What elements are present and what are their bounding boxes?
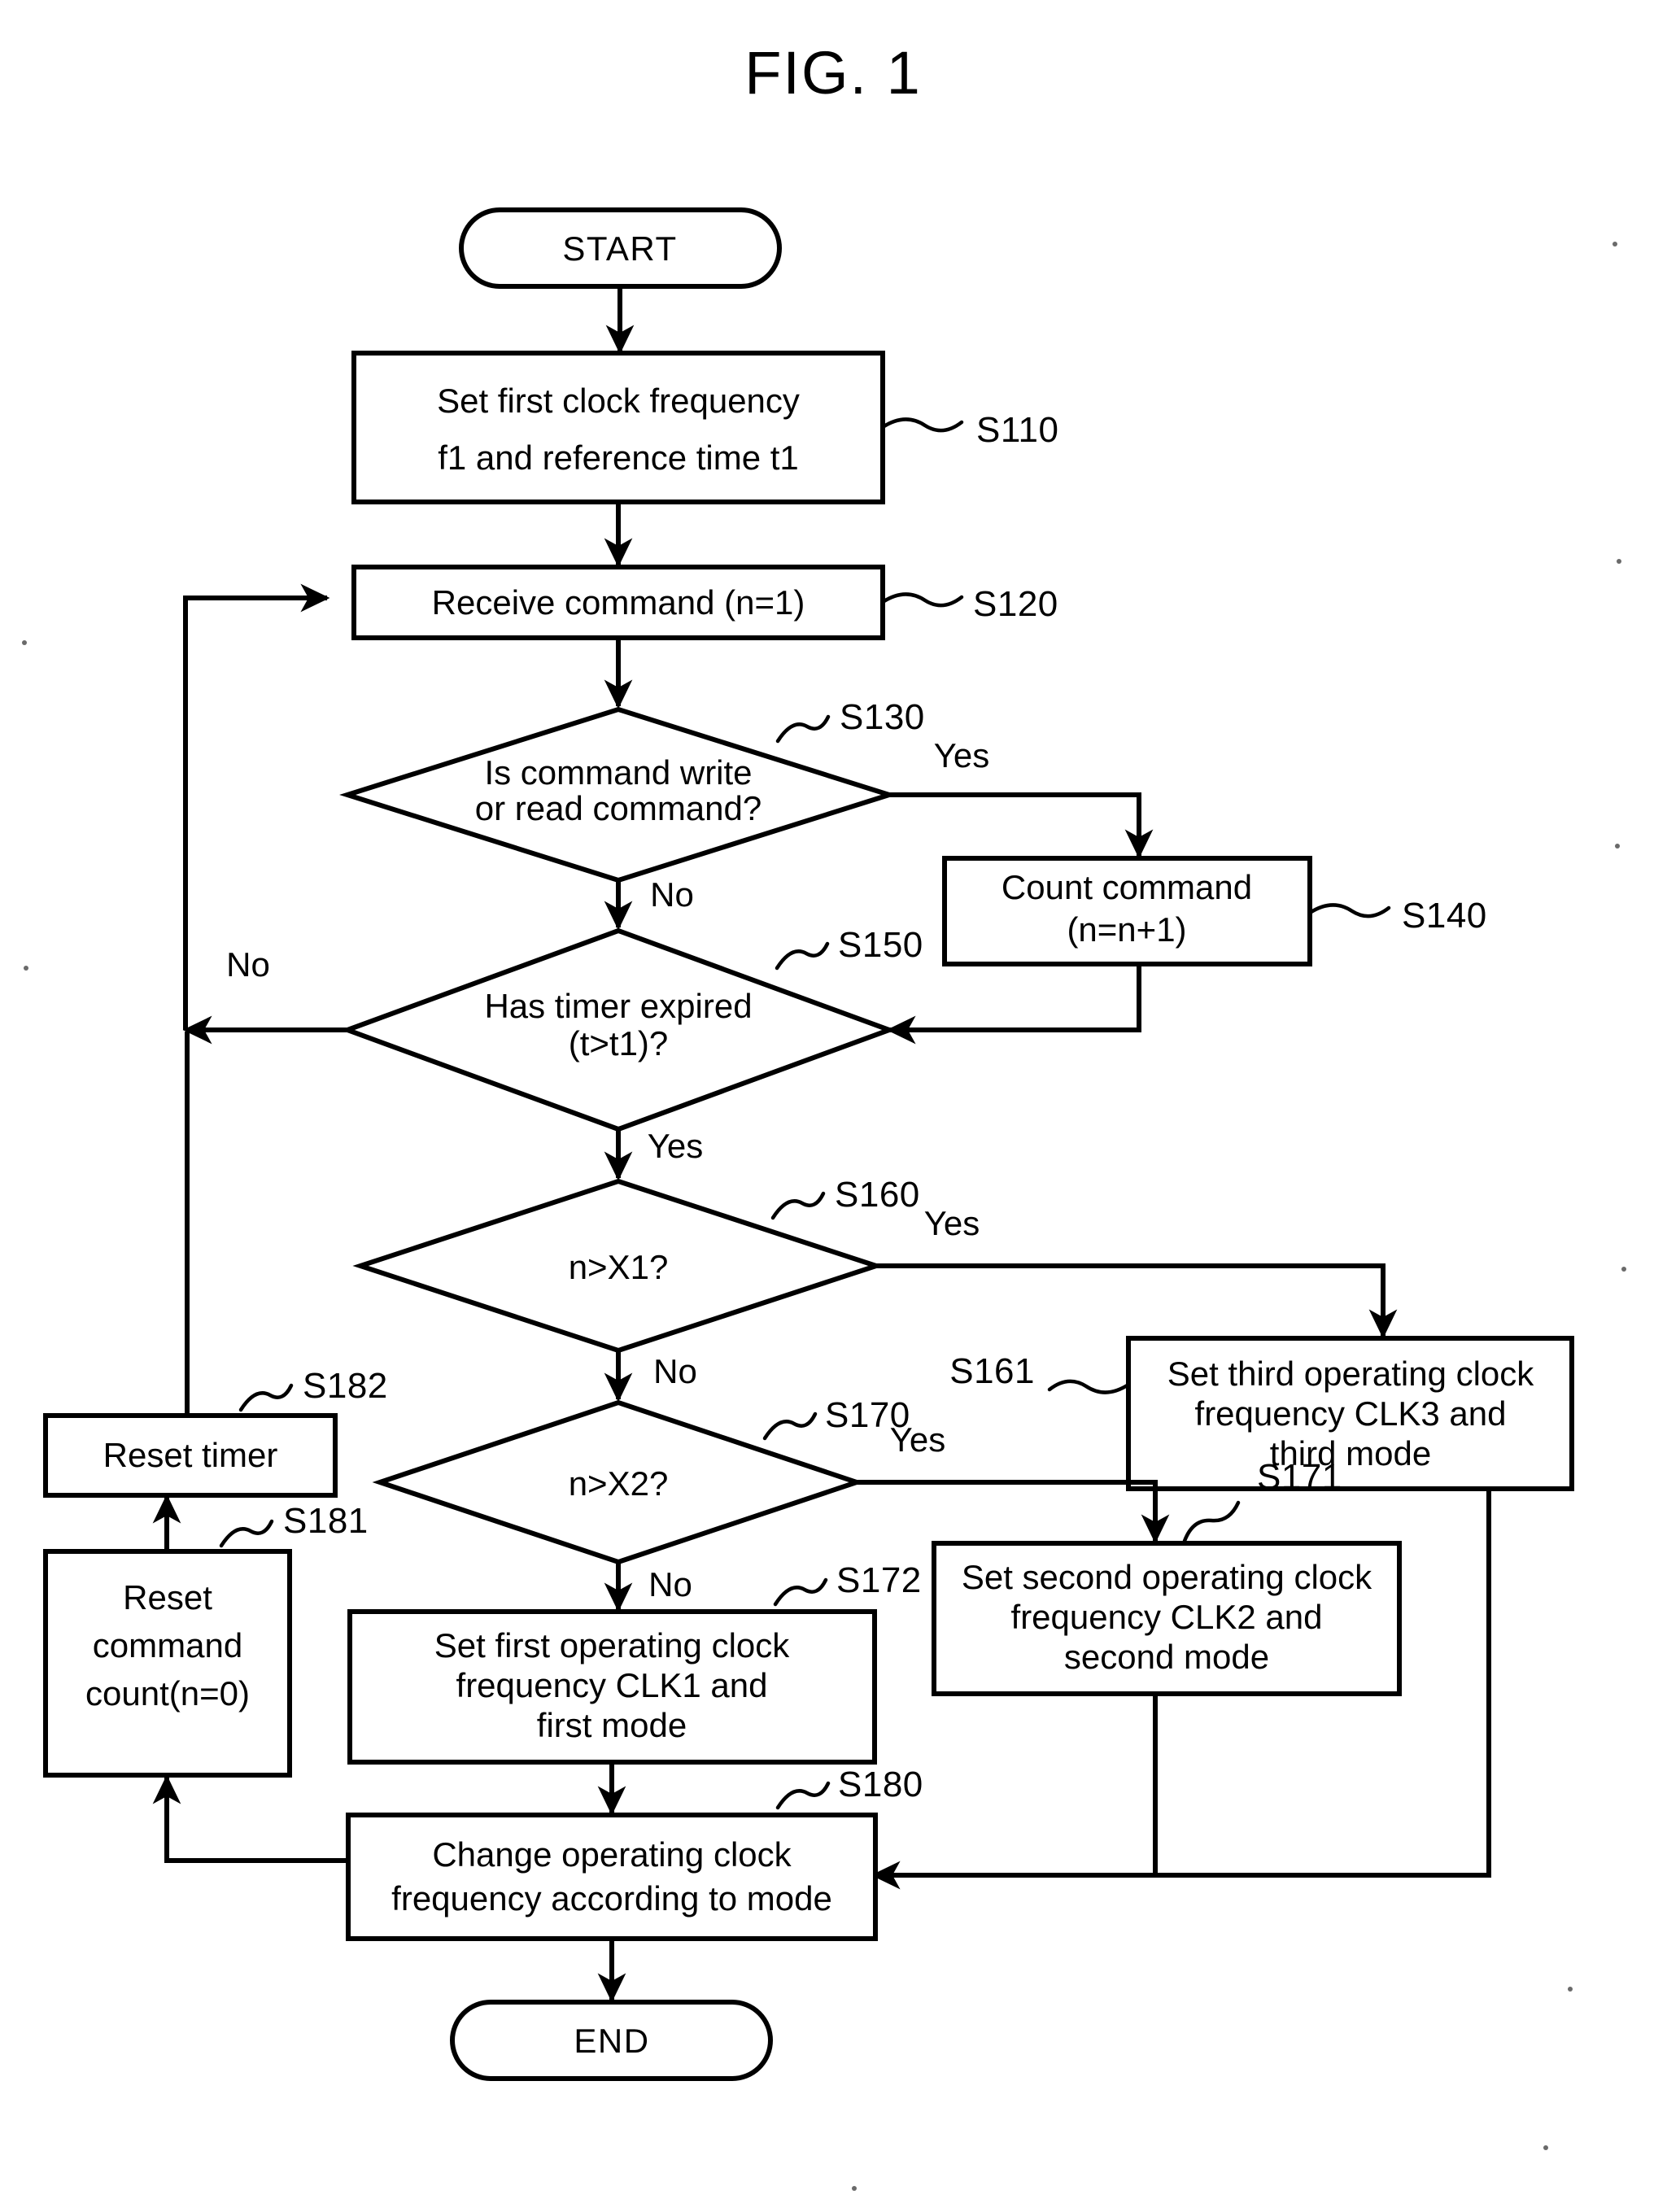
leader-s140 [1307,903,1391,918]
step-label-s180: S180 [838,1765,923,1804]
scan-speck [24,966,28,971]
scan-speck [1617,559,1621,564]
scan-speck [1621,1267,1626,1272]
node-s140-line-1: (n=n+1) [1067,910,1186,949]
branch-label-s160-yes: Yes [924,1204,980,1242]
scan-speck [1568,1987,1573,1992]
scan-speck [1612,242,1617,247]
leader-s120 [880,592,964,608]
node-s150-line-1: (t>t1)? [569,1024,669,1062]
branch-label-s170-yes: Yes [890,1420,946,1459]
step-label-s120: S120 [973,584,1058,624]
branch-label-s150-no: No [226,945,270,984]
branch-label-s150-yes: Yes [648,1127,704,1165]
edge-s160-yes-to-s161 [876,1263,1398,1339]
node-s172-line-1: frequency CLK1 and [456,1666,768,1704]
leader-s182 [238,1383,294,1412]
scan-speck [852,2186,857,2191]
figure-title: FIG. 1 [744,39,922,107]
node-s172-line-0: Set first operating clock [434,1626,791,1664]
scan-speck [1615,844,1620,849]
node-s110-line-1: f1 and reference time t1 [438,438,799,477]
node-s160-line-0: n>X1? [569,1248,669,1286]
step-label-s172: S172 [836,1560,922,1600]
step-label-s181: S181 [283,1501,369,1541]
node-s180-line-1: frequency according to mode [391,1879,832,1918]
node-s150-line-0: Has timer expired [484,987,752,1025]
step-label-s182: S182 [303,1366,388,1406]
step-label-s110: S110 [976,410,1059,450]
leader-s181 [219,1519,274,1548]
node-s110 [351,351,885,504]
node-s180-line-0: Change operating clock [432,1835,792,1874]
branch-label-s170-no: No [648,1565,692,1603]
scan-speck [1543,2145,1548,2150]
node-s120-line-0: Receive command (n=1) [432,583,805,622]
node-s181-line-1: command [93,1626,242,1664]
start-label: START [562,229,677,268]
node-s171-line-2: second mode [1064,1638,1269,1676]
leader-s150 [775,941,830,971]
node-s181-line-2: count(n=0) [85,1674,250,1712]
node-s171-line-0: Set second operating clock [962,1558,1372,1596]
leader-s170 [762,1411,818,1441]
leader-s171 [1181,1500,1241,1546]
node-s140-line-0: Count command [1002,868,1252,906]
edge-s130-yes-to-s140 [889,792,1154,859]
node-s171-line-1: frequency CLK2 and [1011,1598,1323,1636]
step-label-s150: S150 [838,925,923,965]
step-label-s160: S160 [835,1175,920,1215]
node-s180 [346,1813,878,1941]
node-s130-line-0: Is command write [484,753,752,792]
end-label: END [574,2022,649,2060]
step-label-s140: S140 [1402,896,1487,936]
node-s170-line-0: n>X2? [569,1464,669,1503]
edge-s180-to-s181 [152,1774,348,1863]
leader-s160 [770,1191,826,1220]
leader-s110 [880,417,964,433]
leader-s180 [775,1781,831,1810]
figure-root: FIG. 1 START Set first clock frequency f… [0,0,1667,2212]
branch-label-s130-no: No [650,875,694,914]
step-label-s130: S130 [840,697,925,737]
node-s130-line-1: or read command? [475,789,762,827]
leader-s172 [773,1577,828,1607]
step-label-s171: S171 [1257,1457,1342,1497]
branch-label-s160-no: No [653,1352,697,1390]
leader-s130 [775,714,831,744]
edge-s170-yes-to-s171 [857,1480,1170,1544]
node-s161-line-0: Set third operating clock [1167,1355,1535,1393]
edge-s140-to-s150 [886,964,1141,1045]
node-s181-line-0: Reset [123,1578,212,1616]
scan-speck [22,640,27,645]
step-label-s161: S161 [949,1351,1035,1391]
node-s161-line-1: frequency CLK3 and [1195,1394,1507,1433]
leader-s161 [1047,1379,1131,1394]
node-s182-line-0: Reset timer [103,1436,278,1474]
node-s172-line-2: first mode [537,1706,687,1744]
node-s110-line-0: Set first clock frequency [437,382,800,420]
branch-label-s130-yes: Yes [934,736,990,774]
flowchart-canvas: FIG. 1 START Set first clock frequency f… [22,39,1626,2191]
